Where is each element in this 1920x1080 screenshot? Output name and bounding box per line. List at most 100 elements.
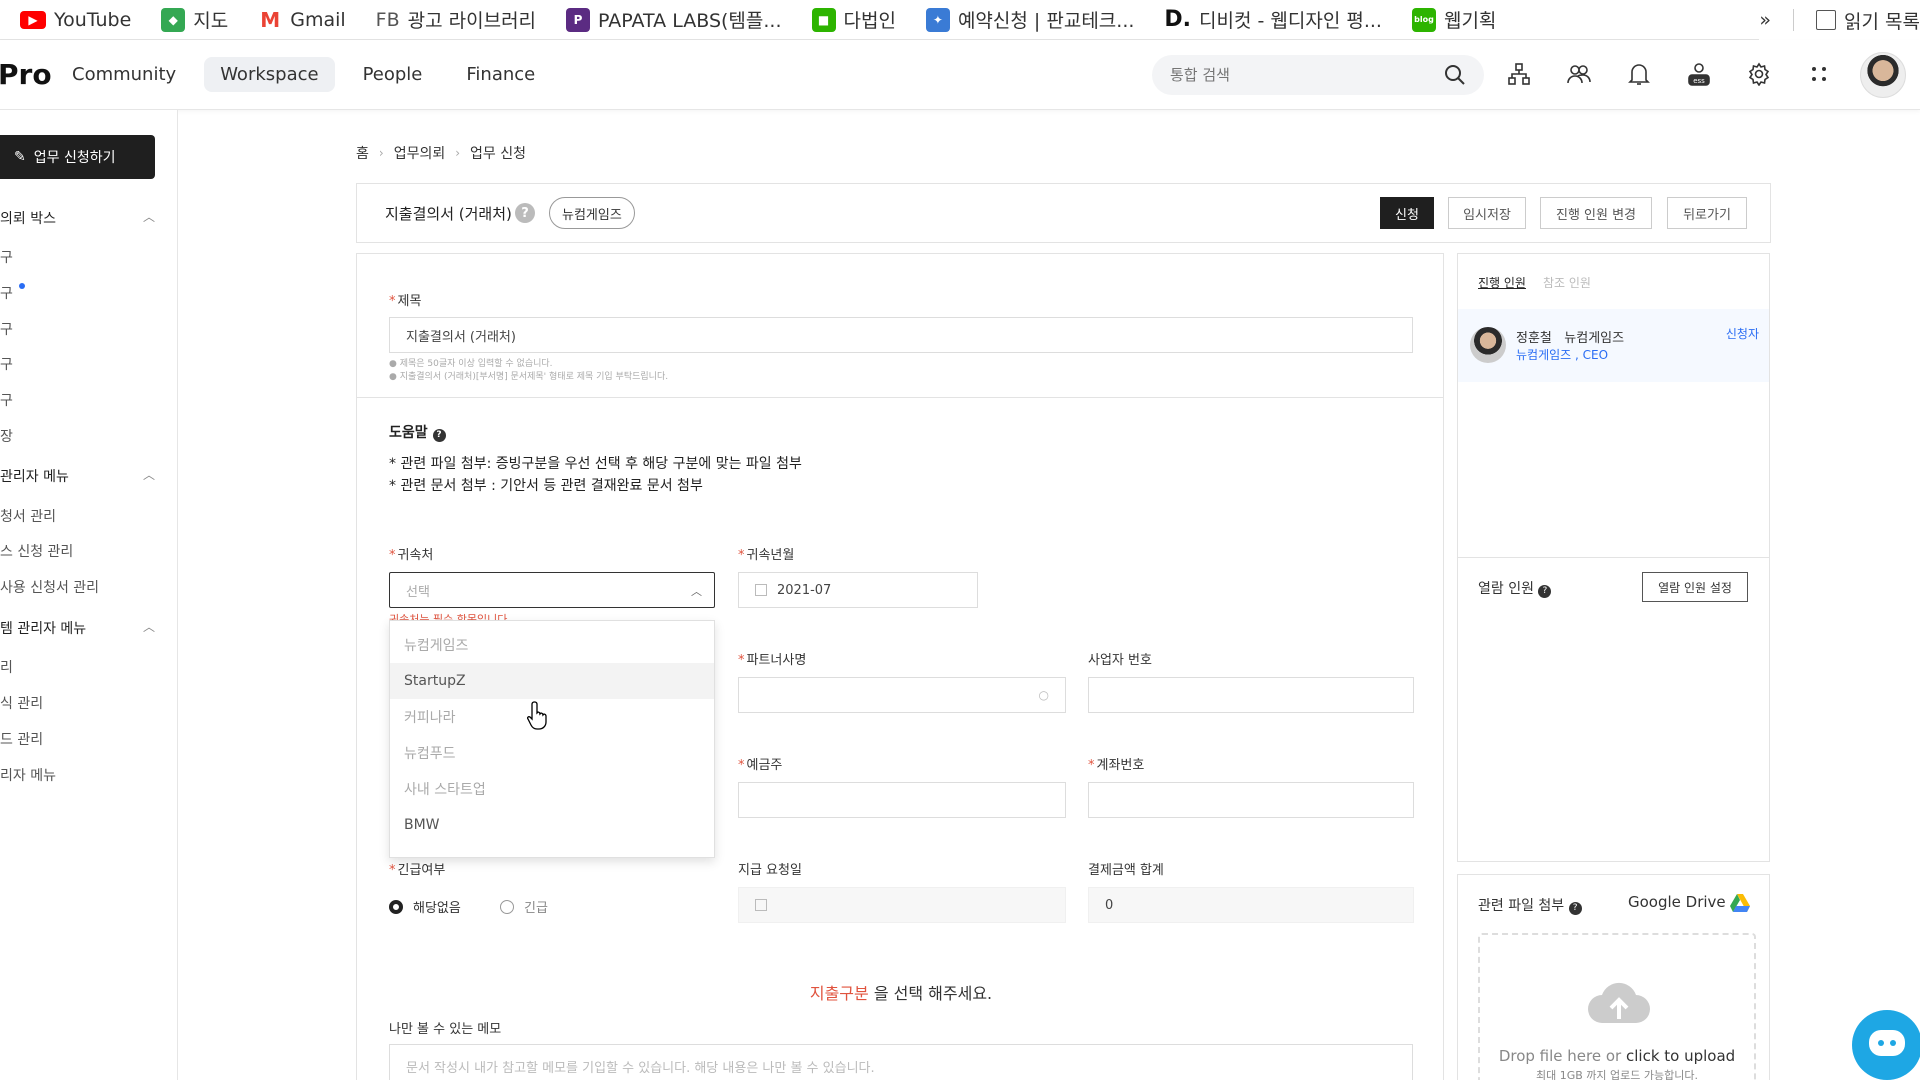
search-icon[interactable] [1444,64,1466,86]
help-title: 도움말 ? [389,422,446,442]
sidebar-item[interactable]: 사용 신청서 관리 [0,577,99,597]
app-logo[interactable]: Pro [0,58,52,91]
calendar-icon [755,584,767,596]
bookmark-papata[interactable]: P PAPATA LABS(템플... [566,6,782,33]
tab-reference-people[interactable]: 참조 인원 [1543,274,1591,291]
expense-type-notice: 지출구분 을 선택 해주세요. [809,984,993,1003]
submit-button[interactable]: 신청 [1380,197,1434,229]
bell-icon[interactable] [1625,60,1653,88]
holder-input[interactable] [738,782,1066,818]
gear-icon[interactable] [1745,60,1773,88]
sidebar-section-request-box[interactable]: 의뢰 박스 ︿ [0,208,155,228]
ess-icon[interactable]: ess [1685,60,1713,88]
person-company: 뉴컴게임즈 [1564,331,1625,346]
period-input[interactable]: 2021-07 [738,572,978,608]
nav-workspace[interactable]: Workspace [204,57,335,92]
bookmark-dbcut[interactable]: D. 디비컷 - 웹디자인 평... [1164,6,1382,33]
bookmark-gmail[interactable]: M Gmail [258,7,346,32]
bookmark-reservation[interactable]: ✦ 예약신청 | 판교테크... [925,6,1134,33]
more-bookmarks-button[interactable]: » [1759,9,1771,31]
sidebar-item[interactable]: 스 신청 관리 [0,541,73,561]
tab-progress-people[interactable]: 진행 인원 [1478,274,1526,291]
save-draft-button[interactable]: 임시저장 [1448,197,1526,229]
bookmark-webplan[interactable]: blog 웹기획 [1411,6,1496,33]
dropdown-option[interactable]: BMW [390,807,714,843]
change-people-button[interactable]: 진행 인원 변경 [1540,197,1652,229]
sidebar-item[interactable]: 리자 메뉴 [0,765,56,785]
sidebar-item[interactable]: 리 [0,657,13,677]
viewers-settings-button[interactable]: 열람 인원 설정 [1642,572,1748,602]
sidebar-item[interactable]: 구 [0,354,13,374]
dropdown-option[interactable]: 사내 스타트업 [390,771,714,807]
click-to-upload-link[interactable]: click to upload [1626,1047,1735,1065]
dropdown-option[interactable]: 커피나라 [390,699,714,735]
dropdown-option[interactable]: 뉴컴게임즈 [390,627,714,663]
nav-finance[interactable]: Finance [450,57,551,92]
search-input[interactable] [1170,66,1444,84]
bookmark-youtube[interactable]: ▶ YouTube [20,9,131,31]
people-icon[interactable] [1565,60,1593,88]
reading-list-icon [1816,10,1837,30]
request-task-button[interactable]: ✎ 업무 신청하기 [0,135,155,179]
account-input[interactable] [1088,782,1414,818]
divider [1793,9,1795,31]
urgent-yes-radio[interactable]: 긴급 [500,897,548,916]
memo-textarea[interactable]: 문서 작성시 내가 참고할 메모를 기입할 수 있습니다. 해당 내용은 나만 … [389,1044,1413,1080]
sidebar-item[interactable]: 구 [0,283,25,303]
partner-input[interactable]: ○ [738,677,1066,713]
sidebar-item[interactable]: 청서 관리 [0,506,56,526]
sidebar-item[interactable]: 구 [0,390,13,410]
cloud-upload-icon [1588,982,1650,1023]
unread-dot [18,283,25,289]
global-search [1152,55,1484,95]
company-chip[interactable]: 뉴컴게임즈 [549,197,635,229]
sidebar-item[interactable]: 구 [0,319,13,339]
nav-people[interactable]: People [347,57,439,92]
chat-button[interactable] [1852,1010,1920,1080]
sidebar-item[interactable]: 식 관리 [0,693,43,713]
help-icon[interactable]: ? [515,203,535,223]
title-input[interactable]: 지출결의서 (거래처) [389,317,1413,353]
belong-label: * 귀속처 [389,548,434,563]
bookmark-dabeobin[interactable]: ■ 다법인 [811,6,896,33]
user-avatar[interactable] [1860,52,1906,98]
sidebar-item[interactable]: 드 관리 [0,729,43,749]
radio-icon [500,899,514,914]
breadcrumb-request[interactable]: 업무의뢰 [394,143,446,163]
help-icon: ? [1538,585,1552,598]
dropdown-option[interactable]: 뉴컴푸드 [390,735,714,771]
bookmark-maps[interactable]: ◆ 지도 [161,6,228,33]
urgent-none-radio[interactable]: 해당없음 [389,897,461,916]
back-button[interactable]: 뒤로가기 [1667,197,1747,229]
google-drive-icon [1730,893,1751,912]
org-chart-icon[interactable] [1505,60,1533,88]
sidebar-section-system-admin[interactable]: 템 관리자 메뉴 ︿ [0,618,155,638]
breadcrumb-home[interactable]: 홈 [356,143,369,163]
d-icon: D. [1164,7,1192,32]
sidebar-item[interactable]: 장 [0,426,13,446]
belong-select[interactable]: 선택 ︿ [389,572,715,608]
reading-list-button[interactable]: 읽기 목록 [1816,7,1920,34]
nav-community[interactable]: Community [56,57,192,92]
help-line: * 관련 문서 첨부 : 기안서 등 관련 결재완료 문서 첨부 [389,478,703,494]
urgent-label: * 긴급여부 [389,863,446,878]
chevron-up-icon: ︿ [142,468,155,482]
bizno-input[interactable] [1088,677,1414,713]
pinwheel-icon: ✦ [925,7,950,32]
dropdown-option[interactable]: StartupZ [390,663,714,699]
maps-icon: ◆ [161,7,186,32]
search-icon[interactable]: ○ [1039,688,1049,702]
sidebar-item[interactable]: 구 [0,247,13,267]
help-line: * 관련 파일 첨부: 증빙구분을 우선 선택 후 해당 구분에 맞는 파일 첨… [389,456,802,472]
chevron-up-icon: ︿ [142,210,155,224]
papata-icon: P [566,7,591,32]
main-nav: Community Workspace People Finance [56,57,551,92]
google-drive-button[interactable]: Google Drive [1628,893,1751,912]
apps-grid-icon[interactable] [1805,60,1833,88]
bookmark-fb-ads[interactable]: FB 광고 라이브러리 [376,6,536,33]
divider [357,397,1443,398]
file-drop-zone[interactable]: Drop file here or click to upload 최대 1GB… [1478,933,1756,1080]
person-role: 신청자 [1725,327,1759,341]
chevron-right-icon: › [455,146,461,160]
sidebar-section-admin[interactable]: 관리자 메뉴 ︿ [0,466,155,486]
